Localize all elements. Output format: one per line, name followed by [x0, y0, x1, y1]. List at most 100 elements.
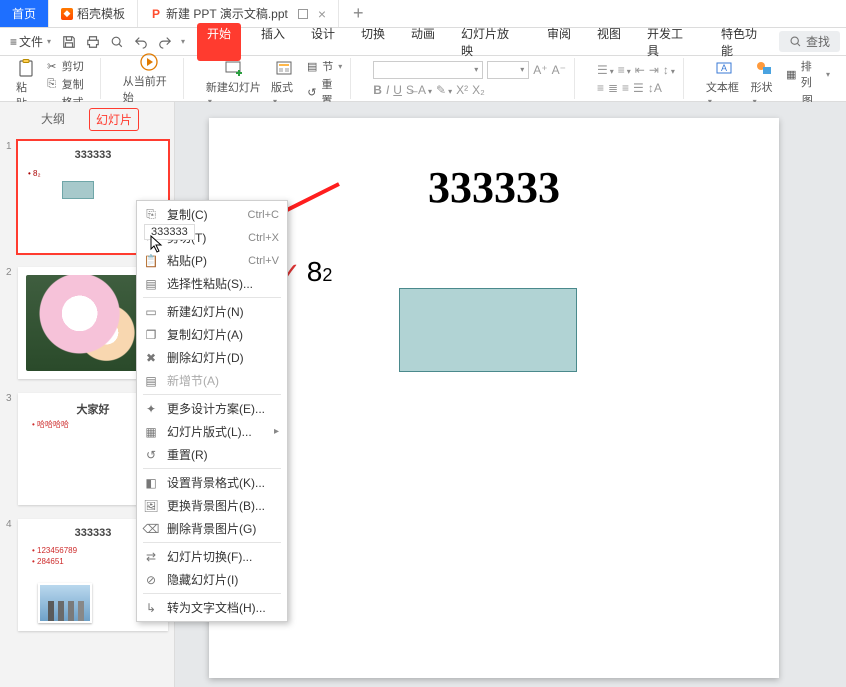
shortcut-label: Ctrl+V	[248, 255, 279, 267]
print-icon[interactable]	[83, 32, 103, 52]
ctx-remove-bg[interactable]: ⌫删除背景图片(G)	[137, 517, 287, 540]
qat-more-icon[interactable]: ▾	[181, 37, 185, 46]
ctx-copy[interactable]: ⎘复制(C)Ctrl+C	[137, 203, 287, 226]
hide-icon: ⊘	[143, 572, 159, 588]
textbox-button[interactable]: A 文本框▾	[706, 58, 743, 107]
indent-decrease-button[interactable]: ⇤	[635, 63, 645, 77]
play-from-current-label: 从当前开始	[123, 73, 175, 105]
section-icon: ▤	[143, 373, 159, 389]
font-color-button[interactable]: A▾	[418, 83, 432, 97]
slide-rectangle-shape[interactable]	[399, 288, 577, 372]
indent-increase-button[interactable]: ⇥	[649, 63, 659, 77]
numbering-button[interactable]: ≡▾	[618, 63, 631, 77]
superscript-button[interactable]: X²	[456, 83, 468, 97]
clipboard-group: 粘贴 ✂剪切 ⎘复制 🖌格式刷	[8, 58, 101, 99]
slide-body-subscript: 2	[322, 265, 332, 286]
restore-window-icon[interactable]	[298, 9, 308, 19]
ctx-more-design[interactable]: ✦更多设计方案(E)...	[137, 397, 287, 420]
ribbon-tab-slideshow[interactable]: 幻灯片放映	[455, 23, 527, 61]
ribbon-tab-features[interactable]: 特色功能	[715, 23, 775, 61]
play-from-current-button[interactable]: 从当前开始	[123, 52, 175, 105]
underline-button[interactable]: U	[393, 83, 402, 97]
ctx-reset[interactable]: ↺重置(R)	[137, 443, 287, 466]
tab-home[interactable]: 首页	[0, 0, 49, 27]
ctx-hide-slide-label: 隐藏幻灯片(I)	[167, 571, 238, 588]
increase-font-icon[interactable]: A⁺	[533, 63, 547, 77]
shape-button[interactable]: 形状▾	[751, 58, 777, 107]
section-button[interactable]: ▤节▾	[305, 58, 342, 74]
align-left-button[interactable]: ≡	[597, 81, 604, 95]
ctx-delete-slide[interactable]: ✖删除幻灯片(D)	[137, 346, 287, 369]
layout-button[interactable]: 版式▾	[271, 58, 297, 107]
ctx-new-slide-label: 新建幻灯片(N)	[167, 303, 244, 320]
copy-label: 复制	[62, 76, 84, 92]
ctx-hide-slide[interactable]: ⊘ 隐藏幻灯片(I)	[137, 568, 287, 591]
ctx-slide-layout[interactable]: ▦幻灯片版式(L)...▸	[137, 420, 287, 443]
subscript-button[interactable]: X₂	[472, 83, 485, 97]
ctx-del-slide-label: 删除幻灯片(D)	[167, 349, 244, 366]
save-icon[interactable]	[59, 32, 79, 52]
tab-file-label: 新建 PPT 演示文稿.ppt	[166, 5, 288, 22]
ribbon-toolbar: 粘贴 ✂剪切 ⎘复制 🖌格式刷 从当前开始 新建幻灯片▾ 版式▾ ▤节▾ ↺重置…	[0, 56, 846, 102]
bullets-button[interactable]: ☰▾	[597, 63, 614, 77]
ribbon-tab-review[interactable]: 审阅	[541, 23, 577, 61]
align-right-button[interactable]: ≡	[622, 81, 629, 95]
ribbon-tab-animation[interactable]: 动画	[405, 23, 441, 61]
hamburger-icon: ≡	[10, 35, 17, 49]
decrease-font-icon[interactable]: A⁻	[552, 63, 566, 77]
bold-button[interactable]: B	[373, 83, 382, 97]
slideshow-group: 从当前开始	[115, 58, 184, 99]
align-justify-button[interactable]: ☰	[633, 81, 644, 95]
insert-group: A 文本框▾ 形状▾ ▦排列▾ 🖼图片▾	[698, 58, 838, 99]
highlight-button[interactable]: ✎▾	[436, 83, 452, 97]
strike-button[interactable]: S̶	[406, 83, 414, 97]
new-slide-button[interactable]: 新建幻灯片▾	[206, 58, 263, 107]
layout-icon: ▦	[143, 424, 159, 440]
italic-button[interactable]: I	[386, 83, 389, 97]
play-icon	[139, 52, 159, 72]
ctx-transition[interactable]: ⇄幻灯片切换(F)...	[137, 545, 287, 568]
layout-icon	[274, 58, 294, 78]
cursor-icon	[150, 235, 164, 253]
ribbon-tab-design[interactable]: 设计	[305, 23, 341, 61]
close-tab-icon[interactable]: ×	[318, 7, 326, 21]
ctx-change-bg[interactable]: 🖼更换背景图片(B)...	[137, 494, 287, 517]
copy-button[interactable]: ⎘复制	[45, 76, 92, 92]
arrange-button[interactable]: ▦排列▾	[785, 58, 830, 90]
ctx-paste-special[interactable]: ▤选择性粘贴(S)...	[137, 272, 287, 295]
ribbon-tab-transition[interactable]: 切换	[355, 23, 391, 61]
ctx-dup-slide-label: 复制幻灯片(A)	[167, 326, 243, 343]
font-size-select[interactable]: ▾	[487, 61, 529, 79]
preview-icon[interactable]	[107, 32, 127, 52]
design-icon: ✦	[143, 401, 159, 417]
font-family-select[interactable]: ▾	[373, 61, 483, 79]
slides-tab[interactable]: 幻灯片	[89, 108, 139, 131]
copy-icon: ⎘	[45, 77, 59, 91]
separator	[143, 297, 281, 298]
ctx-copy-label: 复制(C)	[167, 206, 208, 223]
file-menu[interactable]: ≡ 文件 ▾	[6, 33, 55, 50]
align-center-button[interactable]: ≣	[608, 81, 618, 95]
ribbon-tab-view[interactable]: 视图	[591, 23, 627, 61]
tab-template[interactable]: ◆ 稻壳模板	[49, 0, 138, 27]
ribbon-tab-devtools[interactable]: 开发工具	[641, 23, 701, 61]
undo-icon[interactable]	[131, 32, 151, 52]
line-spacing-button[interactable]: ↕▾	[663, 63, 675, 77]
ctx-duplicate-slide[interactable]: ❐复制幻灯片(A)	[137, 323, 287, 346]
ribbon-tab-start[interactable]: 开始	[197, 23, 241, 61]
ctx-to-word[interactable]: ↳转为文字文档(H)...	[137, 596, 287, 619]
search-box[interactable]: 查找	[779, 31, 840, 52]
ribbon-tab-insert[interactable]: 插入	[255, 23, 291, 61]
current-slide[interactable]: 333333 ✓ 82	[209, 118, 779, 678]
text-direction-button[interactable]: ↕A	[648, 81, 662, 95]
outline-tab[interactable]: 大纲	[35, 108, 71, 131]
ctx-bg-format[interactable]: ◧设置背景格式(K)...	[137, 471, 287, 494]
ribbon-tabs: 开始 插入 设计 切换 动画 幻灯片放映 审阅 视图 开发工具 特色功能	[197, 23, 775, 61]
slide-title-text[interactable]: 333333	[209, 162, 779, 213]
redo-icon[interactable]	[155, 32, 175, 52]
cut-button[interactable]: ✂剪切	[45, 58, 92, 74]
thumb-bullet: • 8₂	[28, 169, 41, 178]
separator	[143, 394, 281, 395]
ctx-new-slide[interactable]: ▭新建幻灯片(N)	[137, 300, 287, 323]
font-group: ▾ ▾ A⁺ A⁻ B I U S̶ A▾ ✎▾ X² X₂	[365, 58, 575, 99]
